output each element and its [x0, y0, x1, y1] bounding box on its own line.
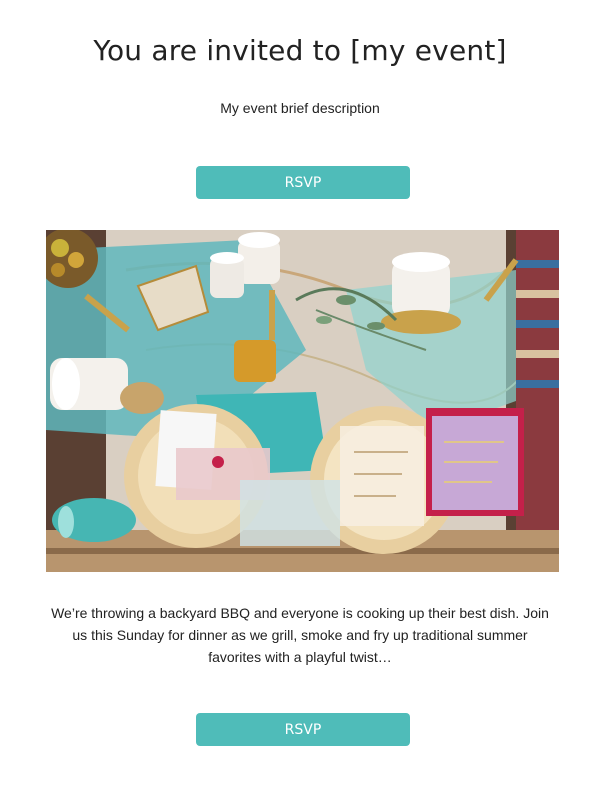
event-title: You are invited to [my event]: [93, 34, 507, 67]
event-description: My event brief description: [220, 100, 380, 116]
rsvp-button-bottom[interactable]: RSVP: [196, 713, 410, 746]
rsvp-button-top[interactable]: RSVP: [196, 166, 410, 199]
event-body-text: We’re throwing a backyard BBQ and everyo…: [51, 605, 549, 665]
event-hero-image: [46, 230, 559, 572]
